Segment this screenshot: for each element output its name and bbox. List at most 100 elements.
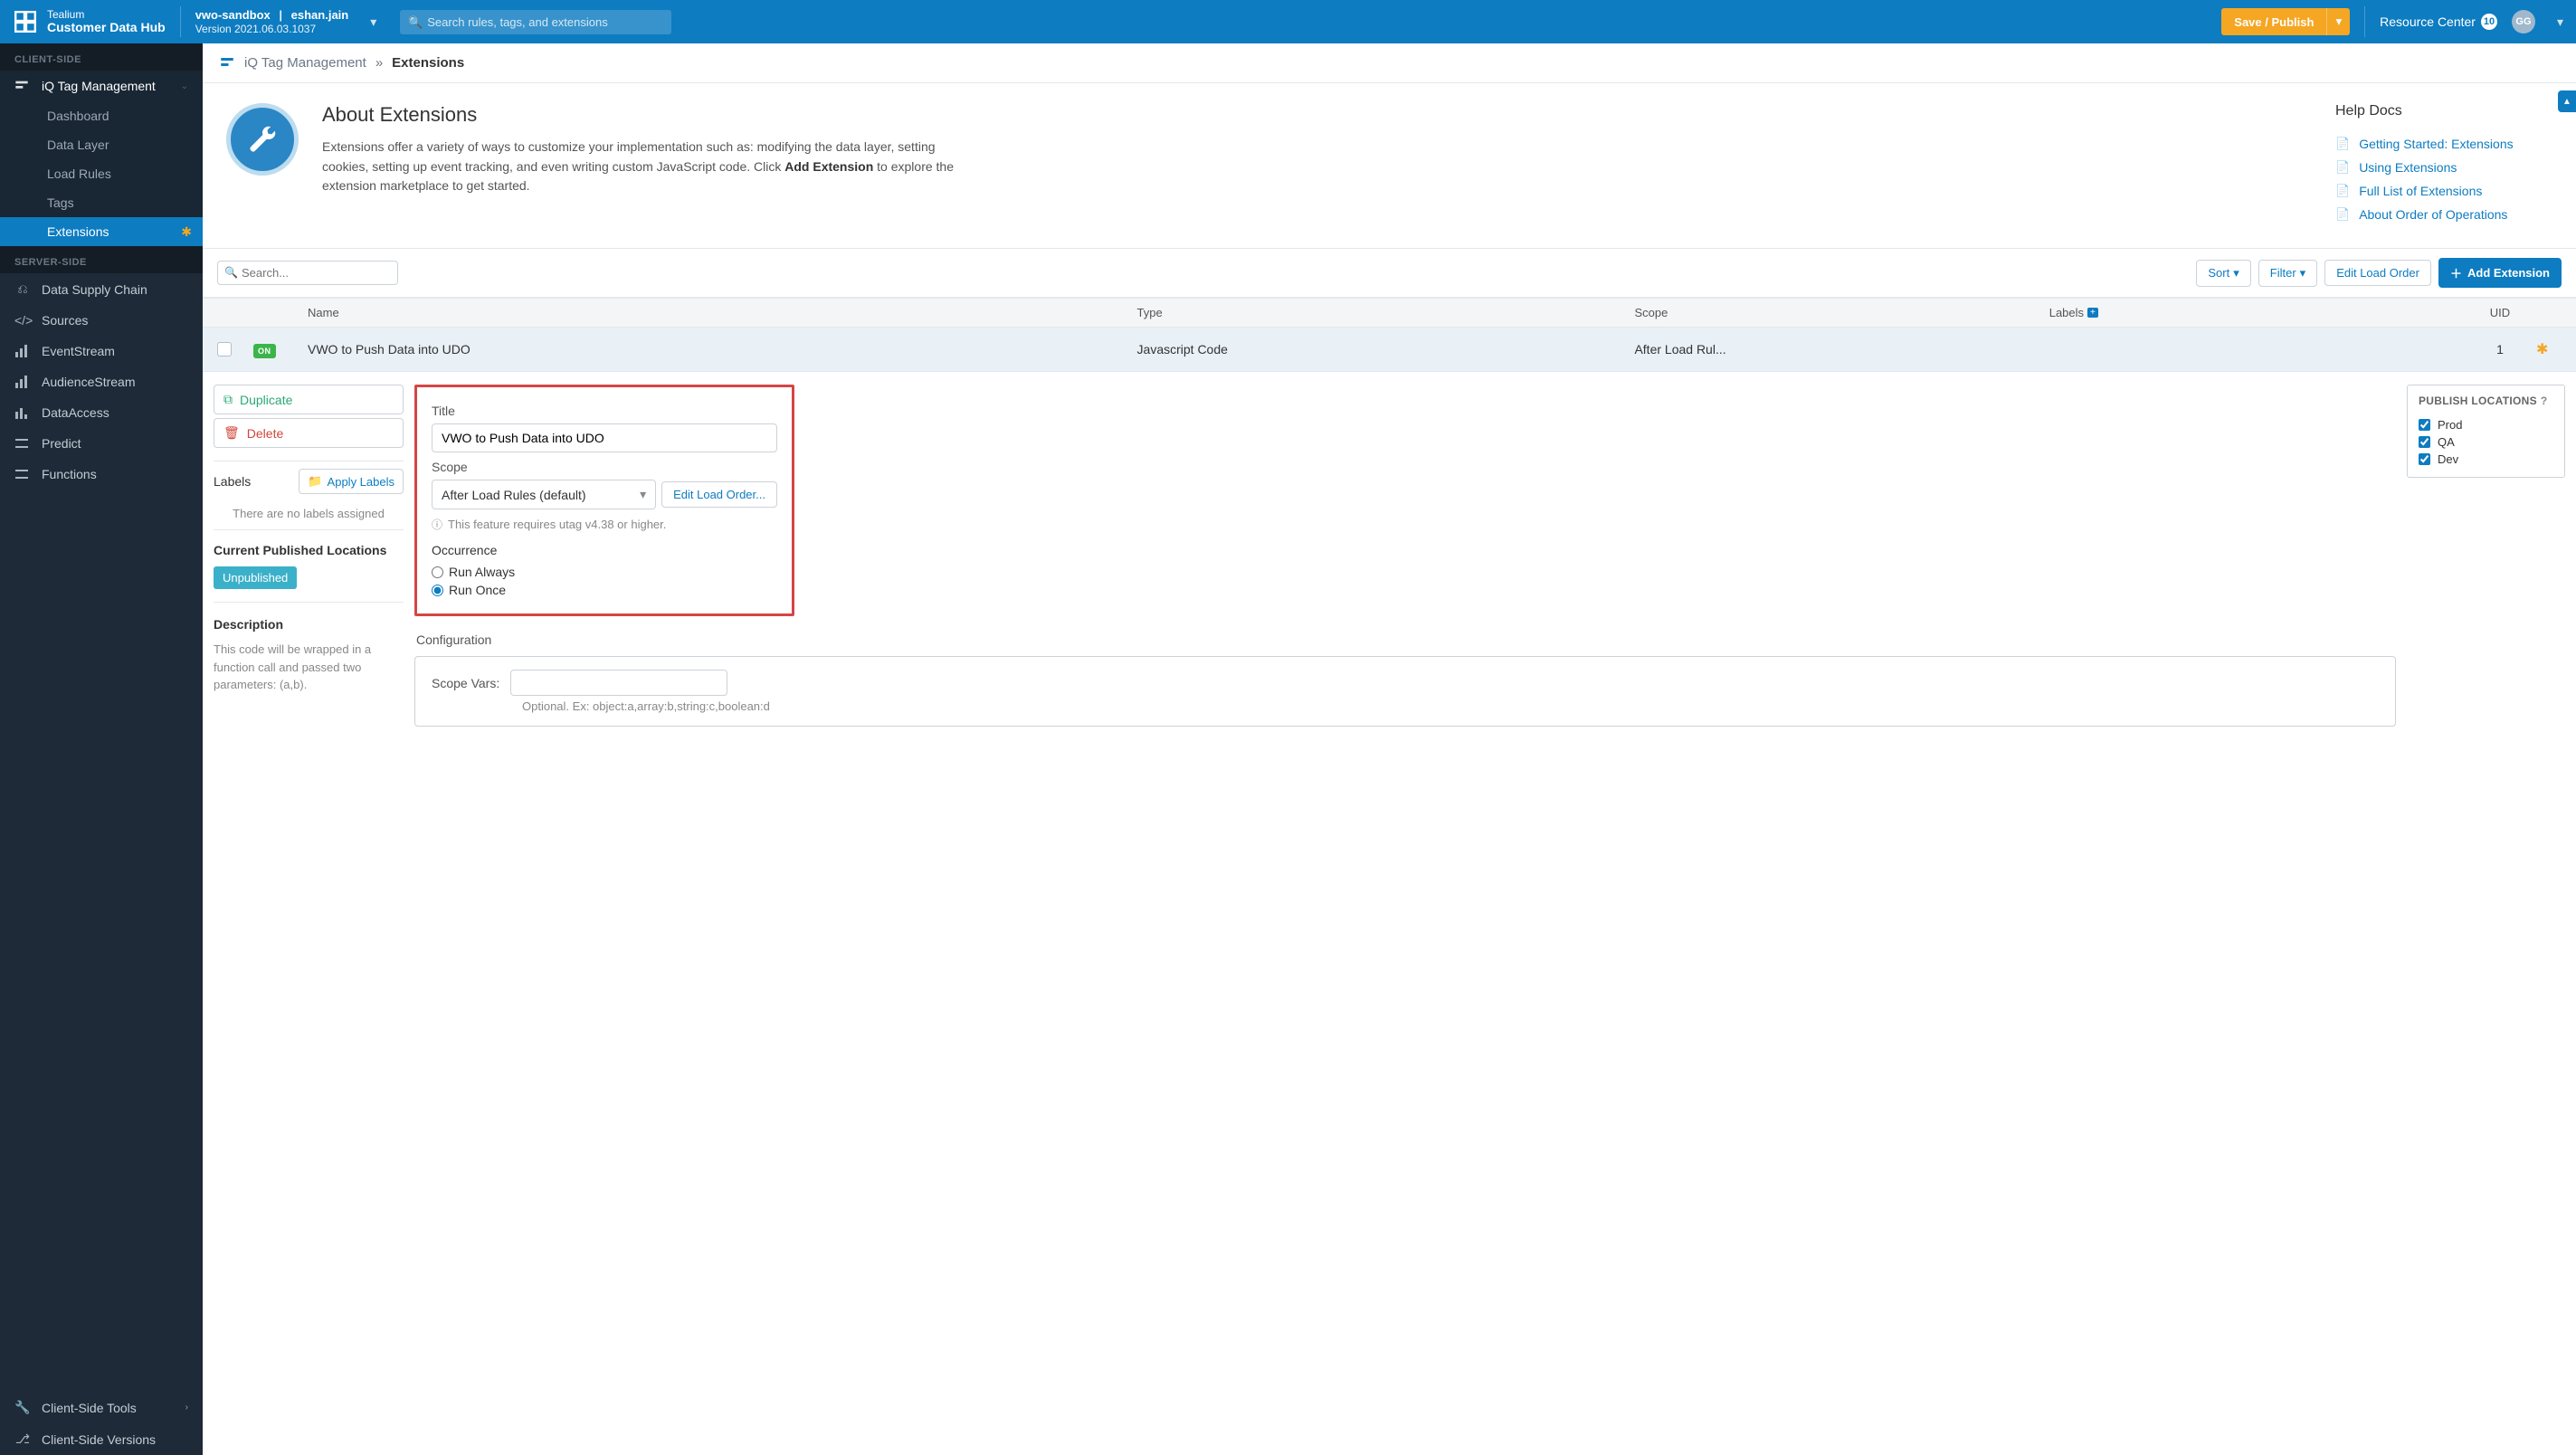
sidebar-sub-data-layer[interactable]: Data Layer bbox=[0, 130, 203, 159]
sidebar-sub-tags[interactable]: Tags bbox=[0, 188, 203, 217]
extensions-search[interactable]: 🔍 bbox=[217, 261, 398, 285]
sidebar-item-iq-tag-management[interactable]: iQ Tag Management ⌄ bbox=[0, 71, 203, 101]
document-icon: 📄 bbox=[2335, 184, 2350, 198]
chevron-right-icon: » bbox=[375, 55, 383, 71]
help-link-full-list[interactable]: 📄Full List of Extensions bbox=[2335, 179, 2552, 203]
chevron-right-icon: › bbox=[185, 1403, 188, 1412]
add-extension-button[interactable]: ＋Add Extension bbox=[2438, 258, 2562, 288]
row-name: VWO to Push Data into UDO bbox=[308, 342, 1137, 357]
lines-icon bbox=[14, 468, 31, 480]
branch-icon: ⎇ bbox=[14, 1431, 31, 1447]
labels-heading: Labels bbox=[214, 474, 251, 489]
save-publish-button[interactable]: Save / Publish bbox=[2221, 8, 2326, 35]
save-publish-dropdown[interactable]: ▾ bbox=[2326, 8, 2350, 35]
sidebar-sub-load-rules[interactable]: Load Rules bbox=[0, 159, 203, 188]
title-input[interactable] bbox=[432, 423, 777, 452]
sidebar-item-label: Client-Side Tools bbox=[42, 1401, 137, 1415]
info-icon: ⓘ bbox=[432, 517, 442, 532]
row-checkbox[interactable] bbox=[217, 342, 232, 357]
run-always-radio[interactable]: Run Always bbox=[432, 563, 777, 581]
duplicate-button[interactable]: ⧉ Duplicate bbox=[214, 385, 404, 414]
sidebar-item-eventstream[interactable]: EventStream bbox=[0, 336, 203, 366]
delete-button[interactable]: 🗑 Delete bbox=[214, 418, 404, 448]
col-uid[interactable]: UID bbox=[2464, 306, 2536, 319]
breadcrumb: iQ Tag Management » Extensions bbox=[203, 43, 2576, 83]
edit-load-order-button[interactable]: Edit Load Order bbox=[2324, 260, 2431, 286]
configuration-box: Scope Vars: Optional. Ex: object:a,array… bbox=[414, 656, 2396, 727]
chevron-down-icon: ▾ bbox=[2233, 266, 2239, 281]
extensions-table-header: Name Type Scope Labels+ UID bbox=[203, 298, 2576, 328]
sidebar-item-sources[interactable]: </> Sources bbox=[0, 305, 203, 336]
chevron-down-icon: ⌄ bbox=[181, 81, 188, 91]
col-type[interactable]: Type bbox=[1137, 306, 1635, 319]
col-scope[interactable]: Scope bbox=[1634, 306, 2048, 319]
profile-selector[interactable]: vwo-sandbox | eshan.jain Version 2021.06… bbox=[195, 8, 349, 35]
global-search[interactable]: 🔍 bbox=[400, 10, 671, 34]
document-icon: 📄 bbox=[2335, 160, 2350, 175]
sidebar-sub-extensions[interactable]: Extensions ✱ bbox=[0, 217, 203, 246]
chevron-down-icon[interactable]: ▾ bbox=[370, 14, 376, 30]
global-search-input[interactable] bbox=[400, 10, 671, 34]
sidebar-item-client-versions[interactable]: ⎇ Client-Side Versions bbox=[0, 1423, 203, 1455]
plus-icon[interactable]: + bbox=[2087, 308, 2098, 318]
about-title: About Extensions bbox=[322, 103, 974, 127]
sidebar-item-audiencestream[interactable]: AudienceStream bbox=[0, 366, 203, 397]
app-header: Tealium Customer Data Hub vwo-sandbox | … bbox=[0, 0, 2576, 43]
col-labels[interactable]: Labels bbox=[2049, 306, 2084, 319]
title-label: Title bbox=[432, 404, 777, 418]
configuration-heading: Configuration bbox=[414, 632, 2396, 647]
bars-icon bbox=[14, 345, 31, 357]
search-icon: 🔍 bbox=[408, 15, 423, 30]
scope-vars-input[interactable] bbox=[510, 670, 727, 696]
extensions-search-input[interactable] bbox=[217, 261, 398, 285]
sidebar-sub-dashboard[interactable]: Dashboard bbox=[0, 101, 203, 130]
scope-vars-hint: Optional. Ex: object:a,array:b,string:c,… bbox=[432, 699, 2379, 713]
sidebar-item-label: Predict bbox=[42, 436, 81, 451]
brand-top: Tealium bbox=[47, 9, 166, 21]
run-once-radio[interactable]: Run Once bbox=[432, 581, 777, 599]
plus-icon: ＋ bbox=[2450, 264, 2462, 281]
help-docs-column: Help Docs 📄Getting Started: Extensions 📄… bbox=[2335, 103, 2552, 226]
help-link-order-of-operations[interactable]: 📄About Order of Operations bbox=[2335, 203, 2552, 226]
col-name[interactable]: Name bbox=[308, 306, 1137, 319]
sidebar-item-client-tools[interactable]: 🔧 Client-Side Tools › bbox=[0, 1392, 203, 1423]
status-pill[interactable]: ON bbox=[253, 344, 276, 358]
bars-icon bbox=[14, 376, 31, 388]
env-qa-checkbox[interactable]: QA bbox=[2419, 433, 2553, 451]
sidebar-item-label: Data Supply Chain bbox=[42, 282, 147, 297]
sidebar-section-client: CLIENT-SIDE bbox=[0, 43, 203, 71]
profile-version: Version 2021.06.03.1037 bbox=[195, 23, 349, 35]
sidebar: CLIENT-SIDE iQ Tag Management ⌄ Dashboar… bbox=[0, 43, 203, 1455]
sort-button[interactable]: Sort ▾ bbox=[2196, 260, 2250, 287]
duplicate-icon: ⧉ bbox=[223, 392, 233, 407]
unpublished-badge: Unpublished bbox=[214, 566, 297, 589]
filter-button[interactable]: Filter ▾ bbox=[2258, 260, 2317, 287]
chevron-down-icon[interactable]: ▾ bbox=[2557, 14, 2563, 30]
sidebar-item-functions[interactable]: Functions bbox=[0, 459, 203, 490]
user-avatar[interactable]: GG bbox=[2512, 10, 2535, 33]
breadcrumb-parent[interactable]: iQ Tag Management bbox=[244, 55, 366, 71]
brand-block: Tealium Customer Data Hub bbox=[13, 9, 166, 35]
lines-icon bbox=[14, 437, 31, 450]
sidebar-item-dataaccess[interactable]: DataAccess bbox=[0, 397, 203, 428]
env-prod-checkbox[interactable]: Prod bbox=[2419, 416, 2553, 433]
row-uid: 1 bbox=[2464, 342, 2536, 357]
folder-icon: 📁 bbox=[308, 474, 322, 489]
bars-icon bbox=[14, 406, 31, 419]
help-link-getting-started[interactable]: 📄Getting Started: Extensions bbox=[2335, 132, 2552, 156]
edit-load-order-link[interactable]: Edit Load Order... bbox=[661, 481, 777, 508]
apply-labels-button[interactable]: 📁Apply Labels bbox=[299, 469, 404, 494]
scope-select[interactable]: After Load Rules (default) ▾ bbox=[432, 480, 656, 509]
row-type: Javascript Code bbox=[1137, 342, 1635, 357]
help-icon[interactable]: ? bbox=[2541, 395, 2548, 407]
published-locations-heading: Current Published Locations bbox=[214, 534, 404, 563]
table-row[interactable]: ON VWO to Push Data into UDO Javascript … bbox=[203, 328, 2576, 371]
resource-center-link[interactable]: Resource Center 10 bbox=[2380, 14, 2497, 30]
sidebar-item-data-supply-chain[interactable]: ⎌ Data Supply Chain bbox=[0, 273, 203, 305]
sidebar-item-predict[interactable]: Predict bbox=[0, 428, 203, 459]
sidebar-item-label: Functions bbox=[42, 467, 97, 481]
panel-collapse-tab[interactable]: ▲ bbox=[2558, 90, 2576, 112]
env-dev-checkbox[interactable]: Dev bbox=[2419, 451, 2553, 468]
profile-user: eshan.jain bbox=[291, 8, 349, 22]
help-link-using-extensions[interactable]: 📄Using Extensions bbox=[2335, 156, 2552, 179]
